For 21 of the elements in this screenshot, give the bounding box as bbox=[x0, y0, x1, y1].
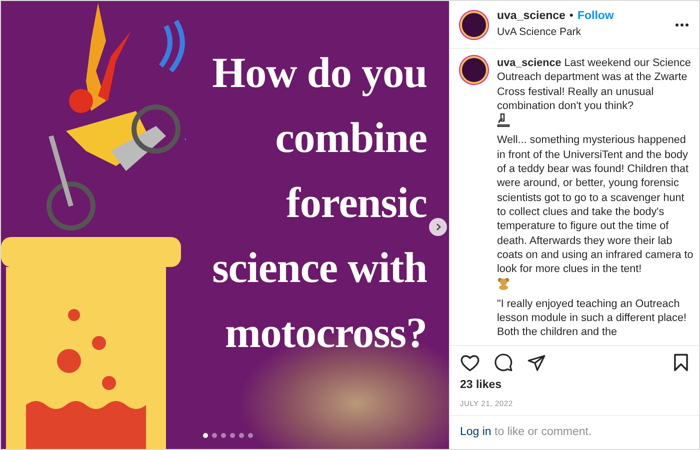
login-link[interactable]: Log in bbox=[460, 426, 492, 438]
caption-paragraph: Well... something mysterious happened in front of the UniversiTent and the body of a teddy bear was found! Children that were around, or better, young forensic scientists got to go to a scavenger hunt to collect clues and take the body's temperature to figure out the time of death. Afterwards they wore their lab coats on and using an infrared camera to look for more clues in the tent! bbox=[497, 134, 694, 276]
save-button[interactable] bbox=[673, 353, 689, 372]
microscope-icon bbox=[497, 113, 510, 128]
chevron-right-icon bbox=[434, 223, 442, 231]
comment-button[interactable] bbox=[494, 353, 513, 372]
next-slide-button[interactable] bbox=[429, 218, 447, 236]
share-button[interactable] bbox=[527, 354, 546, 372]
username[interactable]: uva_science bbox=[497, 8, 566, 26]
caption-paragraph: uva_science Last weekend our Science Outreach department was at the Zwarte Cross festival! Really an unusual combination don't you think? bbox=[497, 57, 691, 112]
teddy-bear-icon bbox=[497, 277, 510, 290]
like-count[interactable]: 23 likes bbox=[450, 375, 699, 394]
avatar[interactable] bbox=[460, 10, 488, 38]
like-button[interactable] bbox=[460, 354, 480, 372]
login-prompt: Log in to like or comment. bbox=[450, 414, 699, 449]
more-options-icon[interactable] bbox=[675, 22, 689, 26]
caption-paragraph: "I really enjoyed teaching an Outreach lesson module in such a different place! Both the children and the bbox=[497, 298, 686, 338]
location[interactable]: UvA Science Park bbox=[497, 25, 666, 41]
avatar[interactable] bbox=[460, 56, 488, 84]
headline: How do you combine forensic science with motocross? bbox=[212, 49, 427, 359]
separator: • bbox=[569, 9, 574, 24]
